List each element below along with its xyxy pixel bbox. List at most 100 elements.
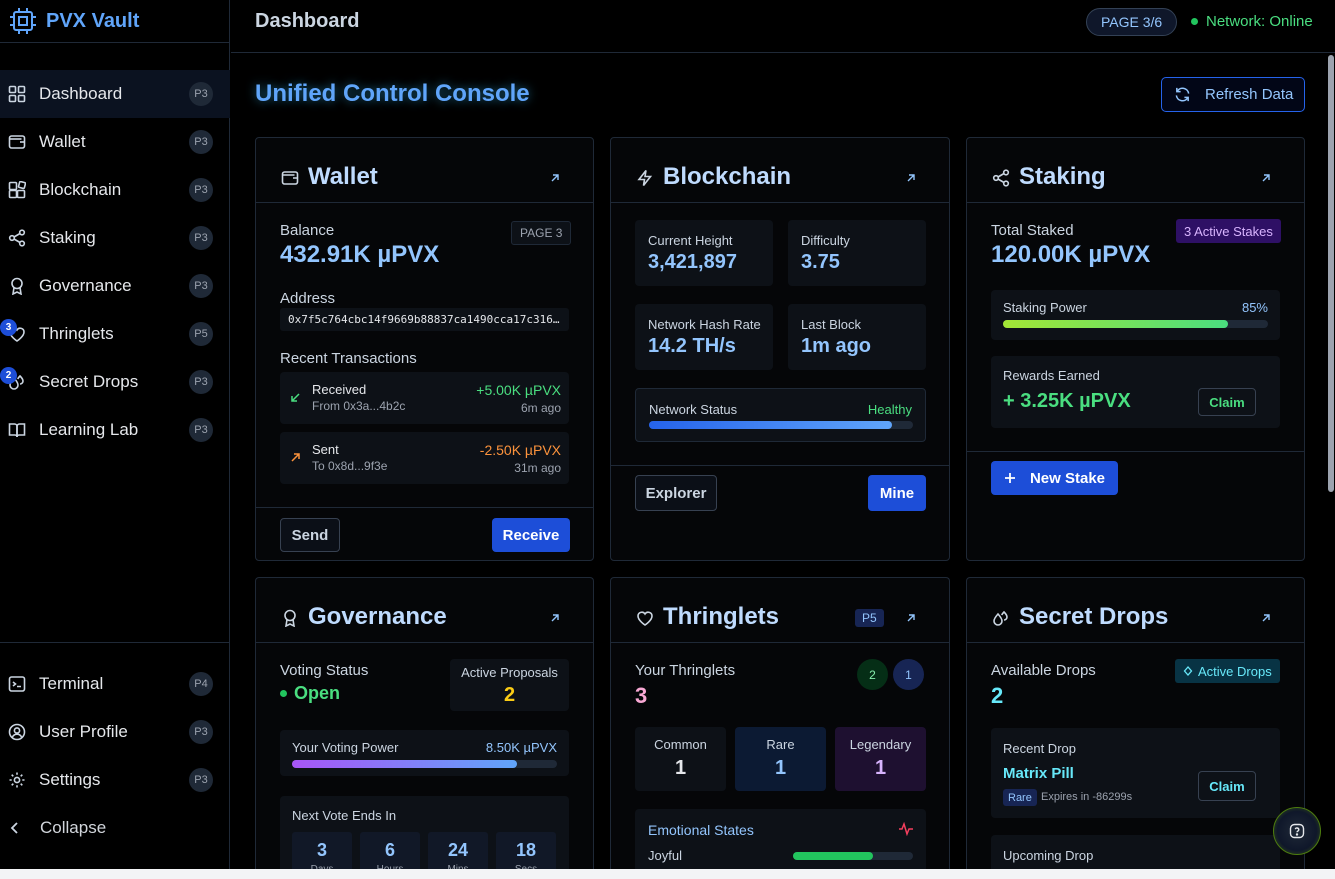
- brand[interactable]: PVX Vault: [0, 0, 229, 43]
- sidebar-item-staking[interactable]: Staking P3: [0, 214, 230, 262]
- new-stake-button[interactable]: New Stake: [991, 461, 1118, 495]
- award-icon: [281, 609, 299, 627]
- sidebar-item-label: Secret Drops: [39, 372, 139, 391]
- rarity-count: 1: [774, 757, 787, 779]
- drop-icon: [1183, 666, 1193, 676]
- mine-button[interactable]: Mine: [868, 475, 926, 511]
- countdown-value: 18: [515, 840, 537, 860]
- recent-transactions-label: Recent Transactions: [280, 350, 417, 367]
- page-badge: P3: [189, 178, 213, 202]
- page-badge: P3: [189, 82, 213, 106]
- external-link-icon[interactable]: [1260, 612, 1272, 624]
- card-title: Governance: [308, 603, 447, 630]
- emotion-bar: [793, 852, 913, 860]
- countdown-value: 3: [316, 840, 327, 860]
- receive-button[interactable]: Receive: [492, 518, 570, 552]
- claim-rewards-button[interactable]: Claim: [1198, 388, 1256, 416]
- next-vote-label: Next Vote Ends In: [292, 808, 397, 823]
- chevron-left-icon: [10, 821, 20, 835]
- next-vote-panel: Next Vote Ends In 3 Days 6 Hours 24 Mins…: [280, 796, 569, 879]
- collapse-label: Collapse: [40, 818, 107, 837]
- page-badge: P5: [189, 322, 213, 346]
- page-badge: PAGE 3: [511, 221, 572, 245]
- recent-drop-label: Recent Drop: [1003, 741, 1076, 756]
- wallet-icon: [281, 169, 299, 187]
- countdown-value: 24: [447, 840, 469, 860]
- network-status: Network: Online: [1191, 13, 1313, 30]
- collapse-button[interactable]: Collapse: [0, 804, 230, 852]
- notification-badge: 2: [0, 367, 17, 384]
- secret-drops-card: Secret Drops Available Drops Active Drop…: [966, 577, 1305, 879]
- external-link-icon[interactable]: [905, 612, 917, 624]
- status-dot-icon: [1191, 18, 1198, 25]
- sidebar-item-label: Thringlets: [39, 324, 114, 343]
- help-button[interactable]: [1273, 807, 1321, 855]
- page-badge: P3: [189, 768, 213, 792]
- top-header: Dashboard PAGE 3/6 Network: Online: [231, 0, 1335, 53]
- sidebar-item-terminal[interactable]: Terminal P4: [0, 660, 230, 708]
- external-link-icon[interactable]: [905, 172, 917, 184]
- thringlet-badge-blue: 1: [893, 659, 924, 690]
- activity-icon: [898, 822, 914, 836]
- card-header: Staking: [967, 138, 1304, 203]
- card-title: Thringlets: [663, 603, 780, 630]
- lightning-icon: [636, 169, 654, 187]
- transaction-party: To 0x8d...9f3e: [312, 459, 388, 473]
- emotion-label: Joyful: [648, 848, 682, 863]
- expires-text: Expires in -86299s: [1041, 791, 1133, 803]
- horizontal-scrollbar[interactable]: [0, 869, 1335, 879]
- external-link-icon[interactable]: [1260, 172, 1272, 184]
- external-link-icon[interactable]: [549, 172, 561, 184]
- your-thringlets-label: Your Thringlets: [635, 662, 736, 679]
- notification-badge: 3: [0, 319, 17, 336]
- upcoming-drop-label: Upcoming Drop: [1003, 848, 1094, 863]
- refresh-icon: [1174, 86, 1191, 103]
- sidebar-item-wallet[interactable]: Wallet P3: [0, 118, 230, 166]
- sidebar-item-learning-lab[interactable]: Learning Lab P3: [0, 406, 230, 454]
- sidebar-item-dashboard[interactable]: Dashboard P3: [0, 70, 230, 118]
- claim-drop-button[interactable]: Claim: [1198, 771, 1256, 801]
- voting-status-value: Open: [294, 683, 341, 703]
- governance-card: Governance Voting Status Open Active Pro…: [255, 577, 594, 879]
- address-field[interactable]: 0x7f5c764cbc14f9669b88837ca1490cca17c316…: [280, 308, 569, 331]
- send-button[interactable]: Send: [280, 518, 340, 552]
- rarity-label: Legendary: [849, 737, 912, 752]
- rarity-legendary: Legendary 1: [835, 727, 926, 791]
- user-circle-icon: [8, 723, 26, 741]
- active-drops-text: Active Drops: [1198, 663, 1272, 679]
- card-title: Staking: [1019, 163, 1106, 190]
- active-proposals-label: Active Proposals: [461, 665, 558, 680]
- grid-icon: [8, 85, 26, 103]
- stat-label: Last Block: [801, 317, 861, 332]
- sidebar-item-user-profile[interactable]: User Profile P3: [0, 708, 230, 756]
- refresh-label: Refresh Data: [1205, 86, 1294, 103]
- sidebar: PVX Vault Dashboard P3 Wallet P3 Blockch…: [0, 0, 230, 879]
- share-nodes-icon: [8, 229, 26, 247]
- sidebar-item-thringlets[interactable]: 3 Thringlets P5: [0, 310, 230, 358]
- brand-name: PVX Vault: [46, 9, 140, 32]
- refresh-data-button[interactable]: Refresh Data: [1161, 77, 1305, 112]
- sidebar-item-label: Terminal: [39, 674, 104, 693]
- sidebar-item-governance[interactable]: Governance P3: [0, 262, 230, 310]
- stat-value: 14.2 TH/s: [648, 335, 736, 357]
- sidebar-item-settings[interactable]: Settings P3: [0, 756, 230, 804]
- external-link-icon[interactable]: [549, 612, 561, 624]
- recent-drop-panel: Recent Drop Matrix Pill Rare Expires in …: [991, 728, 1280, 818]
- sidebar-item-blockchain[interactable]: Blockchain P3: [0, 166, 230, 214]
- rarity-count: 1: [674, 757, 687, 779]
- card-header: Thringlets P5: [611, 578, 949, 643]
- stat-difficulty: Difficulty 3.75: [788, 220, 926, 286]
- network-status-label: Network Status: [649, 402, 738, 417]
- voting-status: Open: [280, 683, 340, 704]
- scrollbar-thumb[interactable]: [1328, 55, 1334, 492]
- sidebar-item-secret-drops[interactable]: 2 Secret Drops P3: [0, 358, 230, 406]
- sidebar-item-label: Governance: [39, 276, 132, 295]
- transaction-row[interactable]: Sent To 0x8d...9f3e -2.50K µPVX 31m ago: [280, 432, 569, 484]
- voting-power-panel: Your Voting Power 8.50K µPVX: [280, 730, 569, 776]
- transaction-row[interactable]: Received From 0x3a...4b2c +5.00K µPVX 6m…: [280, 372, 569, 424]
- explorer-button[interactable]: Explorer: [635, 475, 717, 511]
- card-title: Secret Drops: [1019, 603, 1169, 630]
- status-dot-icon: [280, 690, 287, 697]
- wallet-card: Wallet Balance PAGE 3 432.91K µPVX Addre…: [255, 137, 594, 561]
- page-badge: P3: [189, 720, 213, 744]
